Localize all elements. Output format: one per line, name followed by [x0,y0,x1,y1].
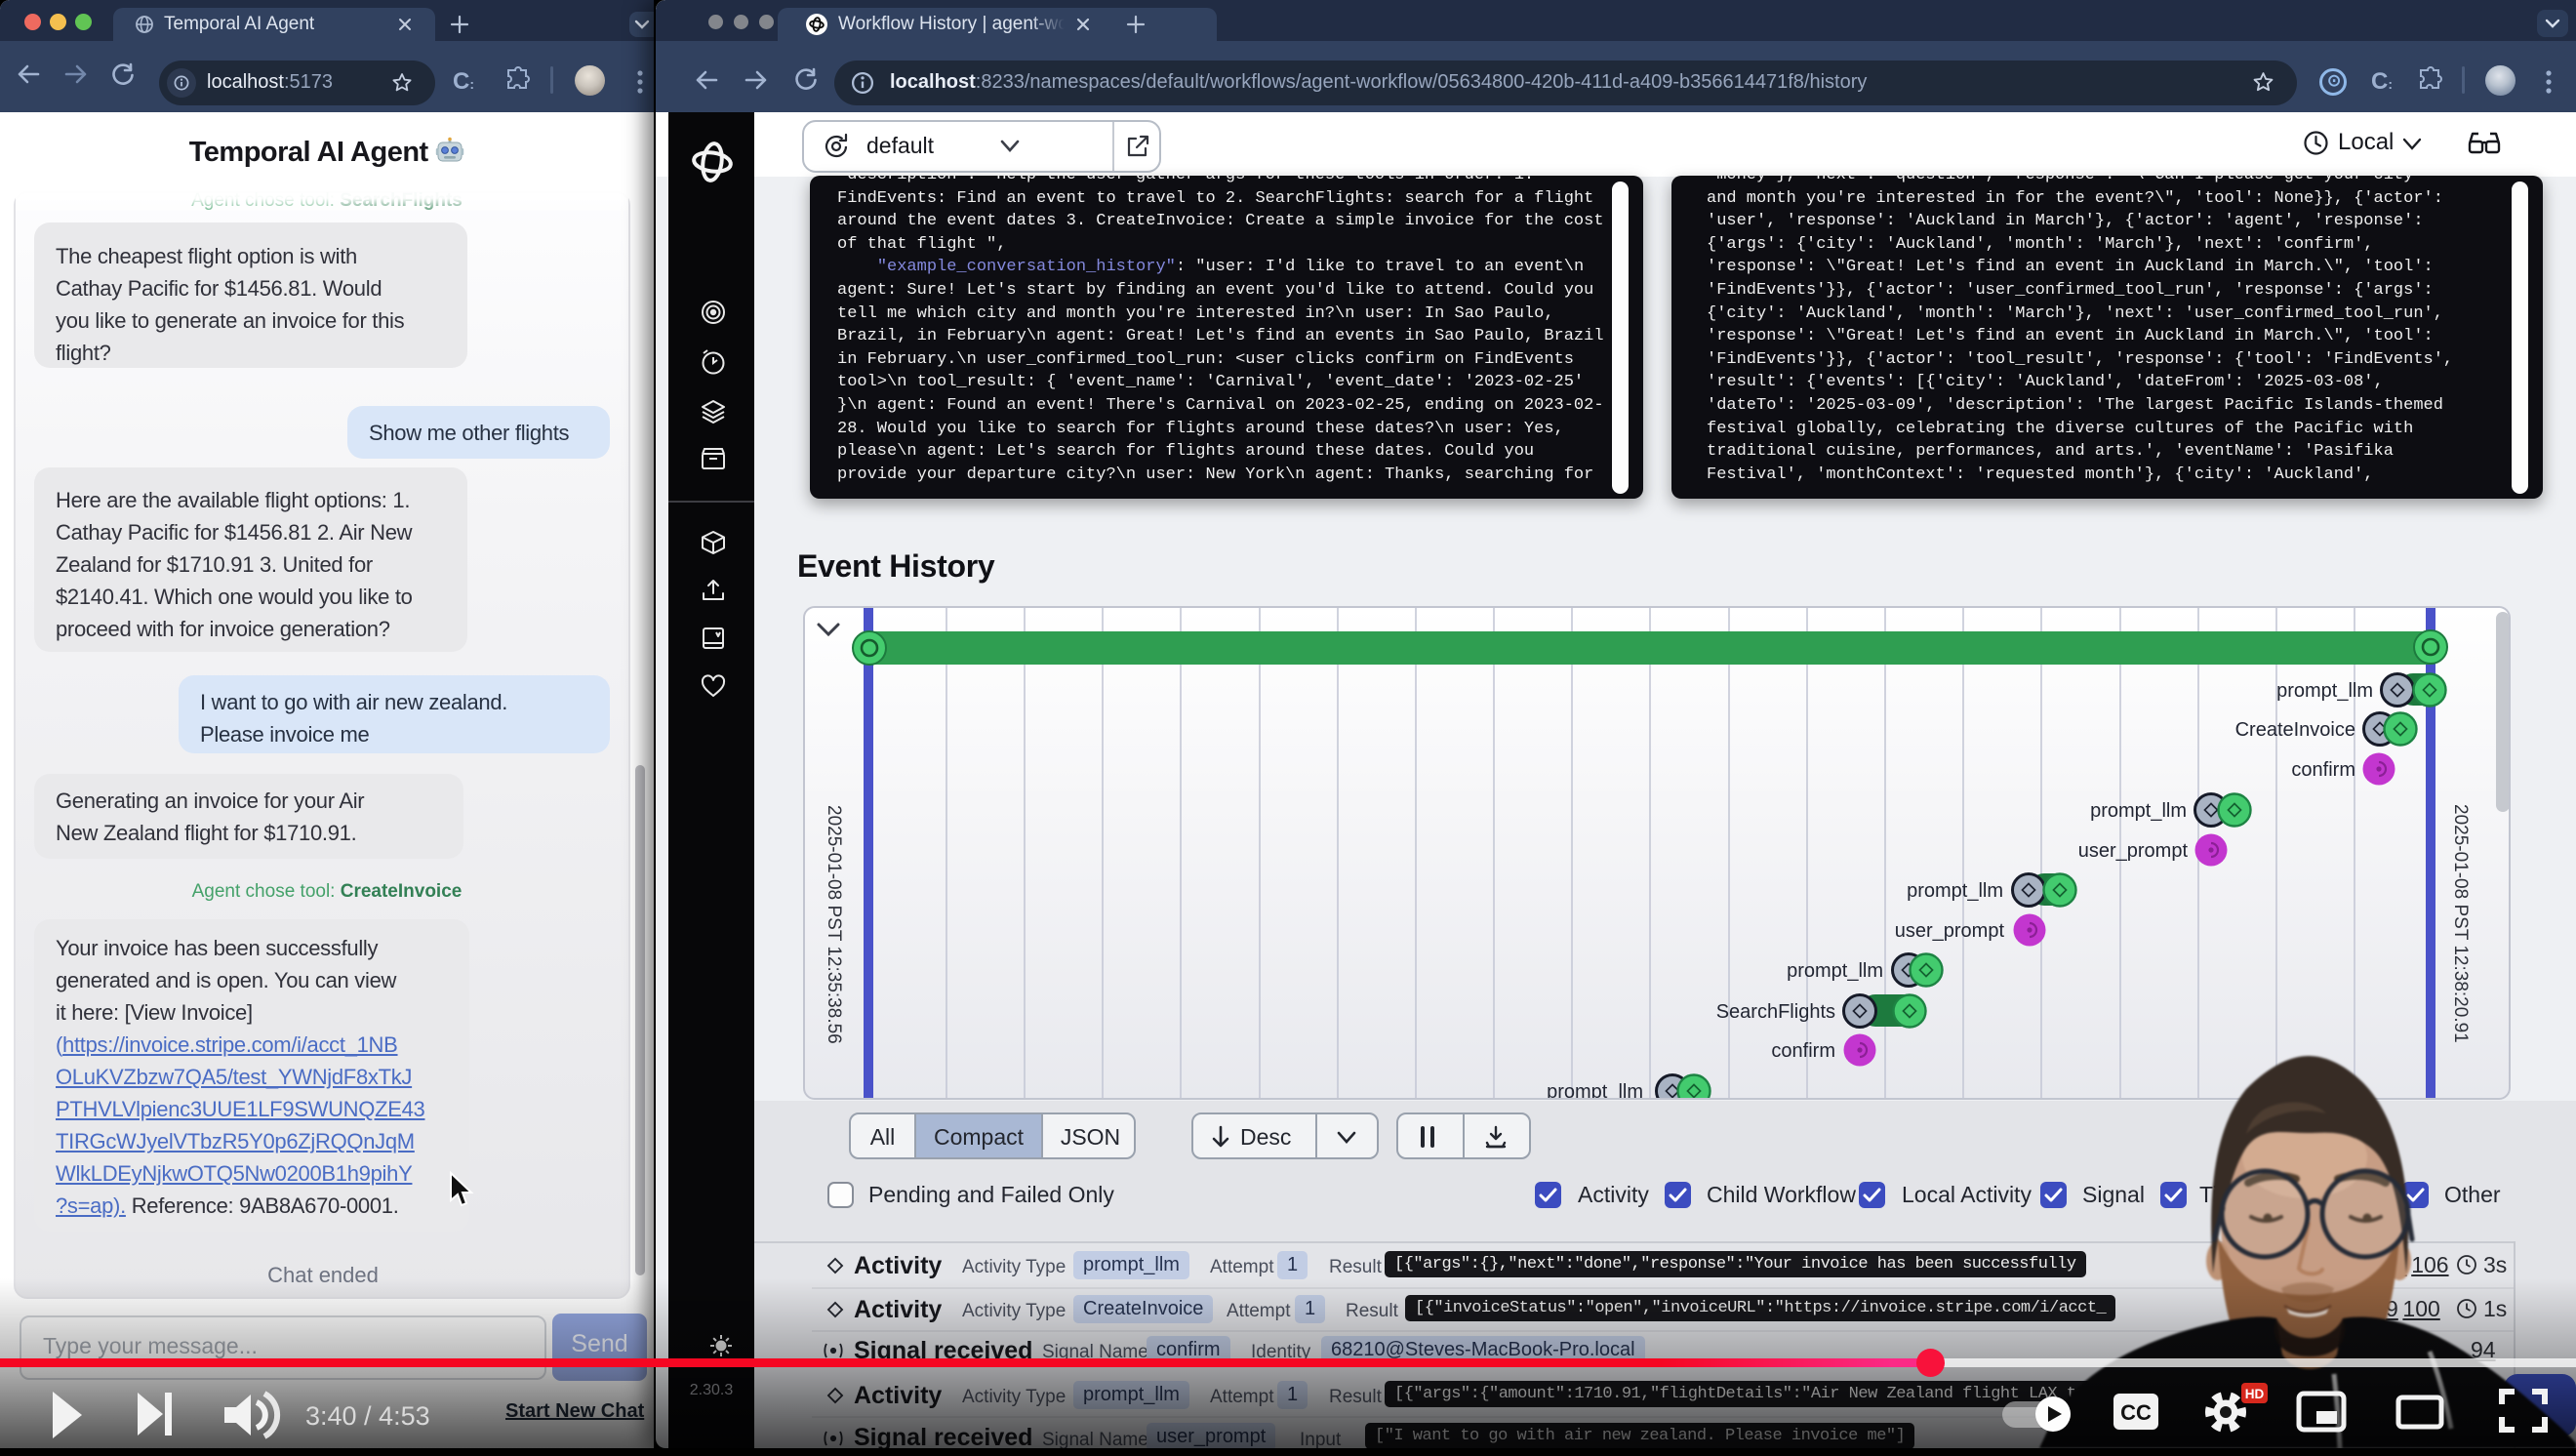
svg-text:2025-01-08 PST 12:35:38.56: 2025-01-08 PST 12:35:38.56 [824,805,844,1044]
svg-text:CreateInvoice: CreateInvoice [2235,719,2355,741]
svg-text:HD: HD [2245,1387,2265,1401]
svg-text:CC: CC [2120,1400,2152,1425]
svg-text:prompt_llm: prompt_llm [2276,680,2373,702]
svg-text:confirm: confirm [1771,1040,1835,1062]
svg-text:user_prompt: user_prompt [1895,920,2005,942]
svg-text:prompt_llm: prompt_llm [1907,880,2003,902]
svg-text:SearchFlights: SearchFlights [1716,1001,1835,1023]
svg-text:prompt_llm: prompt_llm [2090,800,2187,822]
svg-text:prompt_llm: prompt_llm [1547,1081,1643,1098]
svg-text:user_prompt: user_prompt [2078,840,2189,862]
svg-text:confirm: confirm [2291,759,2355,781]
svg-text:3:40 / 4:53: 3:40 / 4:53 [305,1401,430,1431]
svg-text:prompt_llm: prompt_llm [1787,960,1883,982]
svg-text:2025-01-08 PST 12:38:20.91: 2025-01-08 PST 12:38:20.91 [2450,804,2471,1043]
